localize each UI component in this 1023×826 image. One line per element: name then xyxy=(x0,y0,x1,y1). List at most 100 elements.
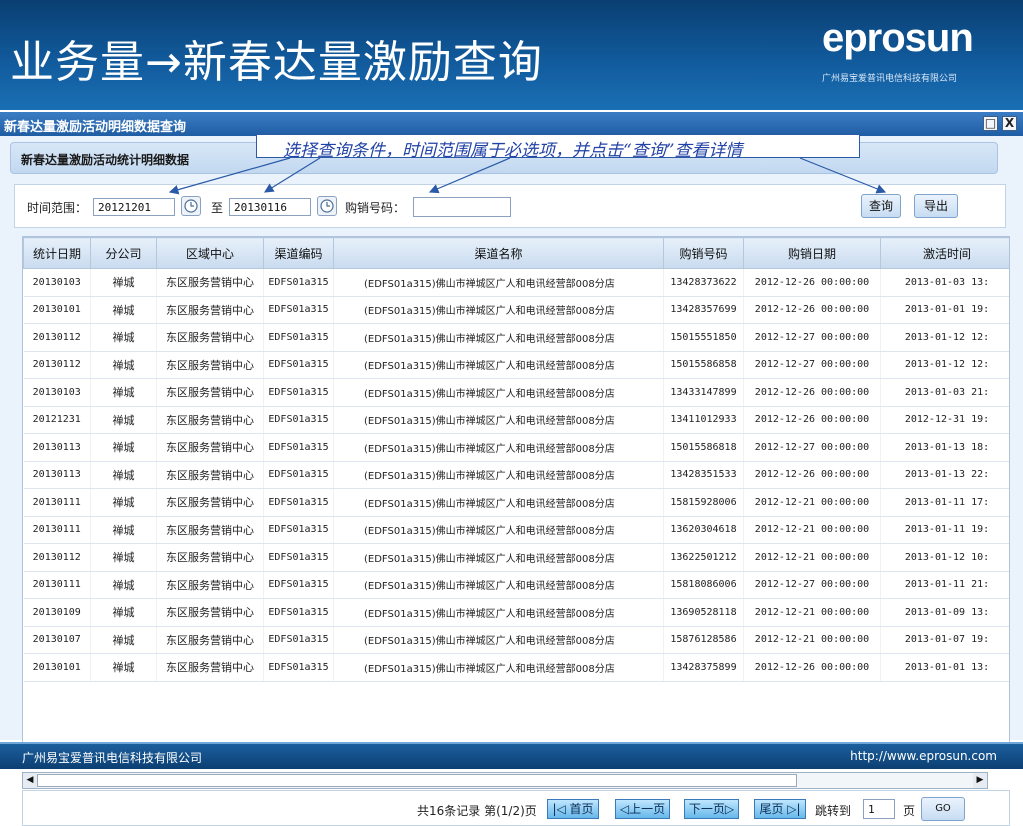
table-row[interactable]: 20130109 禅城 东区服务营销中心 EDFS01a315 (EDFS01a315)… xyxy=(23,598,1009,627)
table-row[interactable]: 20130113 禅城 东区服务营销中心 EDFS01a315 (EDFS01a315)… xyxy=(23,461,1009,489)
table-cell: 2012-12-26 00:00:00 xyxy=(743,461,881,489)
table-body: 20130103 禅城 东区服务营销中心 EDFS01a315 (EDFS01a315)… xyxy=(23,268,1009,682)
table-row[interactable]: 20130107 禅城 东区服务营销中心 EDFS01a315 (EDFS01a315)… xyxy=(23,626,1009,654)
table-cell: 20130103 xyxy=(23,268,91,297)
export-button[interactable]: 导出 xyxy=(914,194,958,218)
column-header[interactable]: 渠道编码 xyxy=(263,237,334,269)
table-cell: 15015586818 xyxy=(663,433,744,462)
table-cell: 2013-01-12 10: xyxy=(880,543,1009,572)
table-cell: 13428357699 xyxy=(663,296,744,324)
column-header[interactable]: 激活时间 xyxy=(880,237,1009,269)
table-cell: EDFS01a315 xyxy=(263,598,334,627)
column-header[interactable]: 购销号码 xyxy=(663,237,744,269)
table-cell: 禅城 xyxy=(90,626,157,654)
table-cell: 20130109 xyxy=(23,598,91,627)
table-cell: EDFS01a315 xyxy=(263,543,334,572)
next-page-button[interactable]: 下一页▷ xyxy=(684,799,739,819)
table-cell: 2012-12-21 00:00:00 xyxy=(743,598,881,627)
scroll-left-icon[interactable]: ◀ xyxy=(23,773,37,788)
maximize-button[interactable]: □ xyxy=(983,116,998,131)
table-cell: 禅城 xyxy=(90,323,157,352)
table-cell: EDFS01a315 xyxy=(263,323,334,352)
table-cell: 2013-01-03 13: xyxy=(880,268,1009,297)
last-page-button[interactable]: 尾页 ▷| xyxy=(754,799,806,819)
table-cell: 禅城 xyxy=(90,406,157,434)
table-cell: 13428373622 xyxy=(663,268,744,297)
table-cell: 2012-12-27 00:00:00 xyxy=(743,433,881,462)
table-cell: 2012-12-26 00:00:00 xyxy=(743,378,881,407)
start-date-input[interactable] xyxy=(93,198,175,216)
table-cell: 2013-01-12 12: xyxy=(880,323,1009,352)
close-button[interactable]: X xyxy=(1002,116,1017,131)
table-cell: 20130107 xyxy=(23,626,91,654)
table-cell: 2013-01-11 17: xyxy=(880,488,1009,517)
table-row[interactable]: 20130112 禅城 东区服务营销中心 EDFS01a315 (EDFS01a315)… xyxy=(23,323,1009,352)
table-cell: EDFS01a315 xyxy=(263,378,334,407)
table-cell: 20130111 xyxy=(23,488,91,517)
table-cell: 2012-12-26 00:00:00 xyxy=(743,653,881,682)
column-header[interactable]: 区域中心 xyxy=(156,237,264,269)
table-row[interactable]: 20130111 禅城 东区服务营销中心 EDFS01a315 (EDFS01a315)… xyxy=(23,516,1009,544)
table-row[interactable]: 20130111 禅城 东区服务营销中心 EDFS01a315 (EDFS01a315)… xyxy=(23,571,1009,599)
table-cell: 东区服务营销中心 xyxy=(156,378,264,407)
end-date-input[interactable] xyxy=(229,198,311,216)
table-row[interactable]: 20130103 禅城 东区服务营销中心 EDFS01a315 (EDFS01a315)… xyxy=(23,268,1009,297)
column-header[interactable]: 统计日期 xyxy=(23,237,91,269)
table-cell: 13690528118 xyxy=(663,598,744,627)
table-cell: 13428351533 xyxy=(663,461,744,489)
table-row[interactable]: 20130103 禅城 东区服务营销中心 EDFS01a315 (EDFS01a315)… xyxy=(23,378,1009,407)
end-date-picker-icon[interactable] xyxy=(317,196,337,216)
scrollbar-thumb[interactable] xyxy=(37,774,797,787)
table-row[interactable]: 20130101 禅城 东区服务营销中心 EDFS01a315 (EDFS01a315)… xyxy=(23,296,1009,324)
table-cell: EDFS01a315 xyxy=(263,626,334,654)
page-number-input[interactable] xyxy=(863,799,895,819)
table-cell: 2013-01-03 21: xyxy=(880,378,1009,407)
record-summary: 共16条记录 第(1/2)页 xyxy=(417,804,537,818)
first-page-button[interactable]: |◁ 首页 xyxy=(547,799,599,819)
table-cell: 2012-12-26 00:00:00 xyxy=(743,268,881,297)
table-cell: 20130113 xyxy=(23,461,91,489)
table-cell: 15815928006 xyxy=(663,488,744,517)
table-cell: 东区服务营销中心 xyxy=(156,653,264,682)
footer-company: 广州易宝爱普讯电信科技有限公司 xyxy=(22,751,203,765)
column-header[interactable]: 分公司 xyxy=(90,237,157,269)
table-cell: (EDFS01a315)佛山市禅城区广人和电讯经营部008分店 xyxy=(333,433,664,462)
table-cell: 东区服务营销中心 xyxy=(156,626,264,654)
table-row[interactable]: 20130111 禅城 东区服务营销中心 EDFS01a315 (EDFS01a315)… xyxy=(23,488,1009,517)
column-header[interactable]: 购销日期 xyxy=(743,237,881,269)
table-cell: (EDFS01a315)佛山市禅城区广人和电讯经营部008分店 xyxy=(333,268,664,297)
table-cell: 禅城 xyxy=(90,461,157,489)
table-cell: EDFS01a315 xyxy=(263,488,334,517)
table-cell: 禅城 xyxy=(90,488,157,517)
table-cell: 13622501212 xyxy=(663,543,744,572)
table-row[interactable]: 20121231 禅城 东区服务营销中心 EDFS01a315 (EDFS01a315)… xyxy=(23,406,1009,434)
table-header-row: 统计日期 分公司 区域中心 渠道编码 渠道名称 购销号码 购销日期 激活时间 xyxy=(23,237,1009,269)
query-button[interactable]: 查询 xyxy=(861,194,901,218)
table-row[interactable]: 20130101 禅城 东区服务营销中心 EDFS01a315 (EDFS01a315)… xyxy=(23,653,1009,682)
table-cell: 2013-01-13 18: xyxy=(880,433,1009,462)
table-cell: 禅城 xyxy=(90,598,157,627)
table-cell: 禅城 xyxy=(90,433,157,462)
results-table: 统计日期 分公司 区域中心 渠道编码 渠道名称 购销号码 购销日期 激活时间 2… xyxy=(22,236,1010,762)
table-cell: (EDFS01a315)佛山市禅城区广人和电讯经营部008分店 xyxy=(333,598,664,627)
table-cell: EDFS01a315 xyxy=(263,571,334,599)
go-button[interactable]: GO xyxy=(921,797,965,821)
scroll-right-icon[interactable]: ▶ xyxy=(973,773,987,788)
table-cell: 2012-12-27 00:00:00 xyxy=(743,323,881,352)
table-cell: 20130111 xyxy=(23,516,91,544)
table-cell: 禅城 xyxy=(90,653,157,682)
column-header[interactable]: 渠道名称 xyxy=(333,237,664,269)
table-row[interactable]: 20130112 禅城 东区服务营销中心 EDFS01a315 (EDFS01a315)… xyxy=(23,351,1009,379)
horizontal-scrollbar[interactable]: ◀ ▶ xyxy=(22,772,988,789)
page-suffix: 页 xyxy=(903,804,916,818)
table-cell: 东区服务营销中心 xyxy=(156,268,264,297)
table-row[interactable]: 20130112 禅城 东区服务营销中心 EDFS01a315 (EDFS01a315)… xyxy=(23,543,1009,572)
phone-number-input[interactable] xyxy=(413,197,511,217)
prev-page-button[interactable]: ◁上一页 xyxy=(615,799,670,819)
table-cell: EDFS01a315 xyxy=(263,653,334,682)
panel-titlebar: 新春达量激励活动明细数据查询 □ X xyxy=(0,112,1023,136)
footer-url[interactable]: http://www.eprosun.com xyxy=(850,749,997,763)
table-cell: 2013-01-13 22: xyxy=(880,461,1009,489)
table-row[interactable]: 20130113 禅城 东区服务营销中心 EDFS01a315 (EDFS01a315)… xyxy=(23,433,1009,462)
start-date-picker-icon[interactable] xyxy=(181,196,201,216)
